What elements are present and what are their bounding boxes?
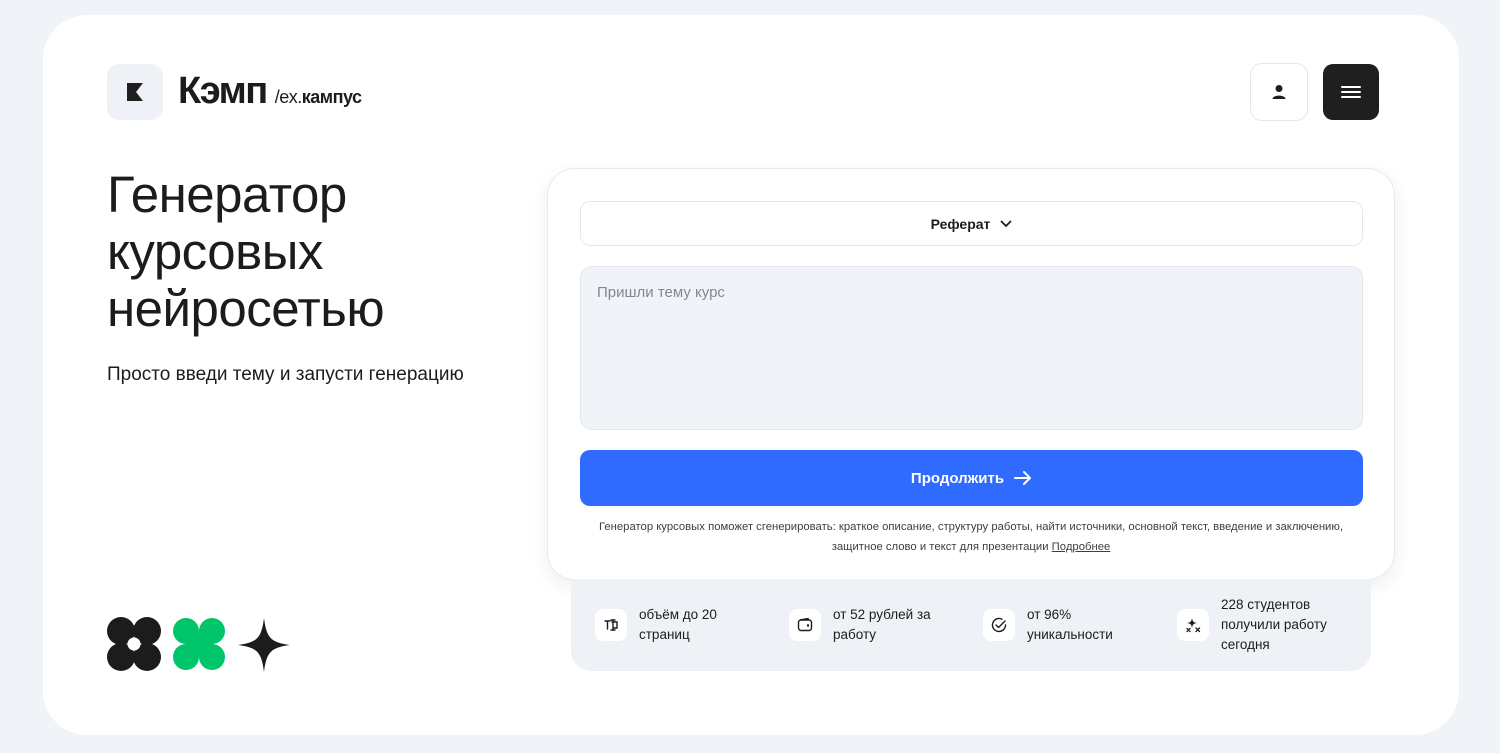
menu-button[interactable] bbox=[1323, 64, 1379, 120]
stat-item: 228 студентов получили работу сегодня bbox=[1177, 579, 1327, 671]
stat-text: от 52 рублей за работу bbox=[833, 607, 931, 642]
user-button[interactable] bbox=[1250, 63, 1308, 121]
stat-item: от 52 рублей за работу bbox=[789, 579, 931, 671]
chevron-down-icon bbox=[1001, 220, 1012, 227]
logo[interactable] bbox=[107, 64, 163, 120]
stat-item: от 96% уникальности bbox=[983, 579, 1113, 671]
text-cursor-icon bbox=[595, 609, 627, 641]
check-circle-icon bbox=[983, 609, 1015, 641]
wallet-icon bbox=[789, 609, 821, 641]
flower-black-icon bbox=[107, 617, 161, 671]
sparkle-icon bbox=[238, 618, 290, 672]
page-subtitle: Просто введи тему и запусти генерацию bbox=[107, 364, 464, 385]
stat-item: объём до 20 страниц bbox=[595, 579, 717, 671]
continue-button[interactable]: Продолжить bbox=[580, 450, 1363, 506]
brand-ex: /ex.кампус bbox=[274, 87, 362, 107]
sparkles-icon bbox=[1177, 609, 1209, 641]
title-line: нейросетью bbox=[107, 280, 385, 337]
work-type-select[interactable]: Реферат bbox=[580, 201, 1363, 246]
clover-green-icon bbox=[173, 618, 225, 670]
topic-input[interactable] bbox=[580, 266, 1363, 430]
page-title: Генератор курсовых нейросетью bbox=[107, 166, 527, 337]
decorative-shapes bbox=[107, 617, 290, 672]
work-type-value: Реферат bbox=[930, 215, 991, 232]
continue-label: Продолжить bbox=[910, 469, 1005, 487]
generator-note: Генератор курсовых поможет сгенерировать… bbox=[596, 517, 1346, 557]
hamburger-menu-icon bbox=[1341, 86, 1361, 98]
arrow-right-icon bbox=[1014, 471, 1032, 485]
stat-text: от 96% уникальности bbox=[1027, 607, 1113, 642]
generator-form: Реферат Продолжить Генератор курсовых по… bbox=[547, 168, 1395, 580]
title-line: курсовых bbox=[107, 223, 323, 280]
more-link[interactable]: Подробнее bbox=[1052, 541, 1111, 553]
brand-name: Кэмп bbox=[178, 70, 268, 112]
stat-text: объём до 20 страниц bbox=[639, 607, 717, 642]
k-logo-icon bbox=[127, 83, 143, 101]
stat-text: 228 студентов получили работу сегодня bbox=[1221, 597, 1327, 652]
title-line: Генератор bbox=[107, 166, 347, 223]
stats-bar: объём до 20 страниц от 52 рублей за работу… bbox=[571, 579, 1371, 671]
note-text: Генератор курсовых поможет сгенерировать… bbox=[599, 521, 1343, 553]
brand[interactable]: Кэмп /ex.кампус bbox=[178, 70, 362, 114]
user-icon bbox=[1272, 85, 1286, 99]
